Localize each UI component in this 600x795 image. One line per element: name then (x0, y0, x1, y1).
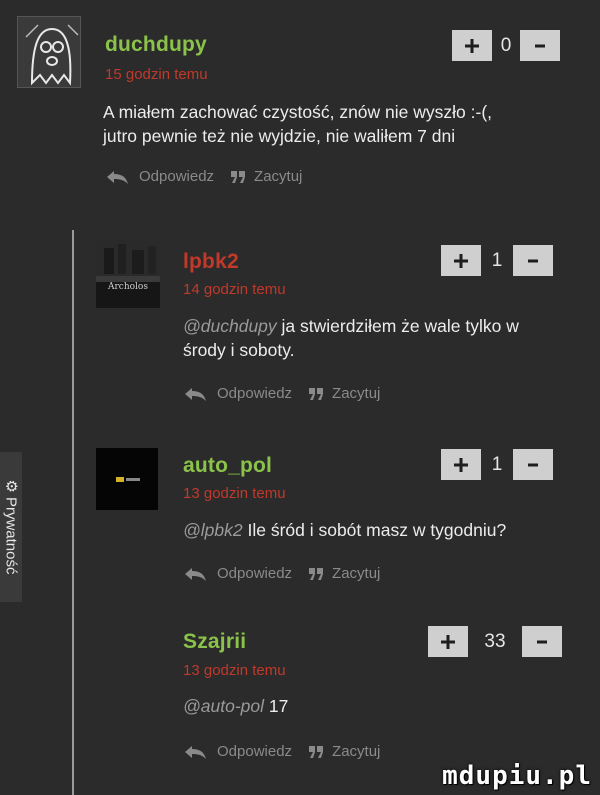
reply-label: Odpowiedz (217, 565, 293, 582)
reply-arrow-icon (107, 170, 128, 184)
reply-label: Odpowiedz (139, 168, 215, 185)
quote-icon (231, 170, 246, 183)
mention-link[interactable]: @duchdupy (183, 316, 277, 336)
comment-line-text: Ile śród i sobót masz w tygodniu? (242, 520, 507, 540)
downvote-button[interactable] (513, 449, 553, 480)
quote-icon (309, 745, 324, 758)
comment-actions: Odpowiedz Zacytuj (183, 743, 380, 760)
reply-button[interactable]: Odpowiedz (183, 743, 292, 760)
vote-count: 1 (491, 453, 503, 475)
quote-label: Zacytuj (332, 565, 381, 582)
downvote-button[interactable] (513, 245, 553, 276)
timestamp[interactable]: 14 godzin temu (183, 281, 286, 298)
comment-text: A miałem zachować czystość, znów nie wys… (103, 100, 583, 148)
minus-icon (528, 259, 538, 262)
quote-button[interactable]: Zacytuj (308, 743, 380, 760)
quote-label: Zacytuj (332, 743, 381, 760)
plus-icon (454, 253, 468, 268)
comment-actions: Odpowiedz Zacytuj (105, 168, 302, 185)
quote-icon (309, 387, 324, 400)
timestamp[interactable]: 13 godzin temu (183, 485, 286, 502)
username[interactable]: duchdupy (105, 33, 207, 57)
game-cover-avatar-icon (96, 240, 160, 308)
site-watermark: mdupiu.pl (442, 761, 592, 791)
quote-icon (309, 567, 324, 580)
comment-line: @lpbk2 Ile śród i sobót masz w tygodniu? (183, 518, 593, 542)
minus-icon (535, 44, 545, 47)
gear-icon: ⚙ (2, 479, 20, 493)
vote-count: 0 (500, 34, 512, 56)
vote-widget: 1 (441, 449, 553, 480)
comment-line: @auto-pol 17 (183, 694, 593, 718)
comment-line-text: 17 (264, 696, 289, 716)
username[interactable]: auto_pol (183, 454, 272, 478)
thread-line (72, 230, 74, 795)
reply-arrow-icon (185, 567, 206, 581)
vote-widget: 33 (428, 626, 562, 657)
quote-label: Zacytuj (332, 385, 381, 402)
vote-widget: 0 (452, 30, 560, 61)
timestamp[interactable]: 15 godzin temu (105, 66, 208, 83)
vote-widget: 1 (441, 245, 553, 276)
minus-icon (537, 640, 547, 643)
comment-text: @duchdupy ja stwierdziłem że wale tylko … (183, 314, 593, 362)
reply-label: Odpowiedz (217, 743, 293, 760)
vote-count: 1 (491, 249, 503, 271)
username[interactable]: lpbk2 (183, 250, 239, 274)
quote-button[interactable]: Zacytuj (308, 565, 380, 582)
timestamp[interactable]: 13 godzin temu (183, 662, 286, 679)
upvote-button[interactable] (441, 449, 481, 480)
plus-icon (454, 457, 468, 472)
ghost-avatar-icon (18, 17, 80, 87)
upvote-button[interactable] (428, 626, 468, 657)
comment-text: @auto-pol 17 (183, 694, 593, 718)
avatar[interactable] (96, 448, 158, 510)
logo-avatar-icon (96, 448, 158, 510)
upvote-button[interactable] (452, 30, 492, 61)
reply-button[interactable]: Odpowiedz (105, 168, 214, 185)
plus-icon (441, 634, 455, 649)
username[interactable]: Szajrii (183, 630, 246, 654)
mention-link[interactable]: @lpbk2 (183, 520, 243, 540)
comment-line: środy i soboty. (183, 340, 295, 360)
reply-label: Odpowiedz (217, 385, 293, 402)
privacy-side-tab[interactable]: ⚙ Prywatność (0, 452, 22, 602)
plus-icon (465, 38, 479, 53)
avatar[interactable]: Archolos (96, 240, 160, 308)
avatar-caption: Archolos (108, 282, 148, 292)
vote-count: 33 (484, 630, 506, 652)
comment-actions: Odpowiedz Zacytuj (183, 385, 380, 402)
quote-label: Zacytuj (254, 168, 303, 185)
privacy-label: Prywatność (2, 496, 20, 575)
reply-button[interactable]: Odpowiedz (183, 385, 292, 402)
reply-arrow-icon (185, 387, 206, 401)
comment-line: @duchdupy ja stwierdziłem że wale tylko … (183, 314, 593, 338)
upvote-button[interactable] (441, 245, 481, 276)
avatar[interactable] (17, 16, 81, 88)
comment-line: jutro pewnie też nie wyjdzie, nie waliłe… (103, 126, 456, 146)
quote-button[interactable]: Zacytuj (308, 385, 380, 402)
comment-line: A miałem zachować czystość, znów nie wys… (103, 102, 493, 122)
comment-line-text: ja stwierdziłem że wale tylko w (276, 316, 519, 336)
quote-button[interactable]: Zacytuj (230, 168, 302, 185)
mention-link[interactable]: @auto-pol (183, 696, 264, 716)
minus-icon (528, 463, 538, 466)
comment-actions: Odpowiedz Zacytuj (183, 565, 380, 582)
downvote-button[interactable] (520, 30, 560, 61)
reply-button[interactable]: Odpowiedz (183, 565, 292, 582)
comment-text: @lpbk2 Ile śród i sobót masz w tygodniu? (183, 518, 593, 542)
reply-arrow-icon (185, 745, 206, 759)
downvote-button[interactable] (522, 626, 562, 657)
